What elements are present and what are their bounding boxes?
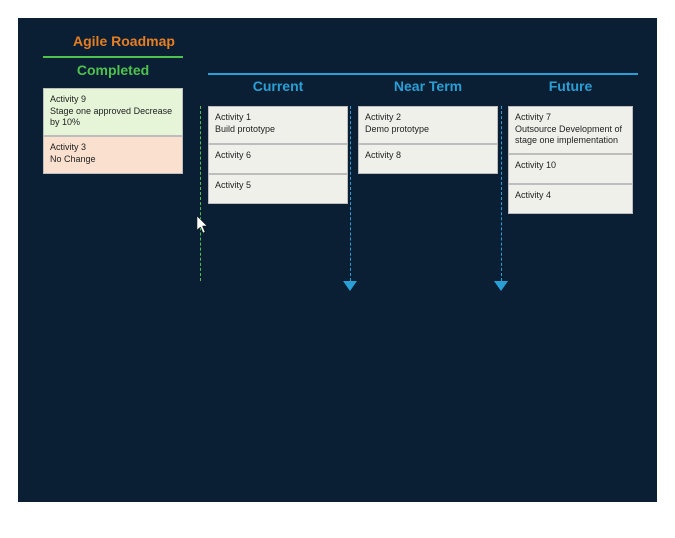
arrow-down-icon bbox=[343, 281, 357, 291]
column-header-current: Current bbox=[208, 78, 348, 94]
completed-underline bbox=[43, 56, 183, 58]
card-completed-0[interactable]: Activity 9 Stage one approved Decrease b… bbox=[43, 88, 183, 136]
divider-near-future bbox=[501, 106, 502, 281]
card-title: Activity 5 bbox=[215, 180, 341, 192]
page-title: Agile Roadmap bbox=[73, 33, 175, 49]
card-future-1[interactable]: Activity 10 bbox=[508, 154, 633, 184]
divider-current-near bbox=[350, 106, 351, 281]
card-future-0[interactable]: Activity 7 Outsource Development of stag… bbox=[508, 106, 633, 154]
divider-completed-current bbox=[200, 106, 201, 281]
card-body: Build prototype bbox=[215, 124, 341, 136]
card-body: Stage one approved Decrease by 10% bbox=[50, 106, 176, 129]
card-title: Activity 2 bbox=[365, 112, 491, 124]
card-title: Activity 8 bbox=[365, 150, 491, 162]
card-completed-1[interactable]: Activity 3 No Change bbox=[43, 136, 183, 174]
card-body: No Change bbox=[50, 154, 176, 166]
arrow-down-icon bbox=[494, 281, 508, 291]
card-near-0[interactable]: Activity 2 Demo prototype bbox=[358, 106, 498, 144]
card-current-2[interactable]: Activity 5 bbox=[208, 174, 348, 204]
card-body: Outsource Development of stage one imple… bbox=[515, 124, 626, 147]
card-near-1[interactable]: Activity 8 bbox=[358, 144, 498, 174]
roadmap-canvas: Agile Roadmap Completed Current Near Ter… bbox=[18, 18, 657, 502]
column-header-completed: Completed bbox=[43, 62, 183, 78]
card-title: Activity 9 bbox=[50, 94, 176, 106]
card-current-0[interactable]: Activity 1 Build prototype bbox=[208, 106, 348, 144]
card-title: Activity 3 bbox=[50, 142, 176, 154]
card-title: Activity 1 bbox=[215, 112, 341, 124]
timeline-underline bbox=[208, 73, 638, 75]
cursor-icon bbox=[197, 216, 209, 234]
card-title: Activity 7 bbox=[515, 112, 626, 124]
card-body: Demo prototype bbox=[365, 124, 491, 136]
card-title: Activity 6 bbox=[215, 150, 341, 162]
column-header-near-term: Near Term bbox=[358, 78, 498, 94]
card-title: Activity 4 bbox=[515, 190, 626, 202]
column-header-future: Future bbox=[508, 78, 633, 94]
card-title: Activity 10 bbox=[515, 160, 626, 172]
card-future-2[interactable]: Activity 4 bbox=[508, 184, 633, 214]
card-current-1[interactable]: Activity 6 bbox=[208, 144, 348, 174]
